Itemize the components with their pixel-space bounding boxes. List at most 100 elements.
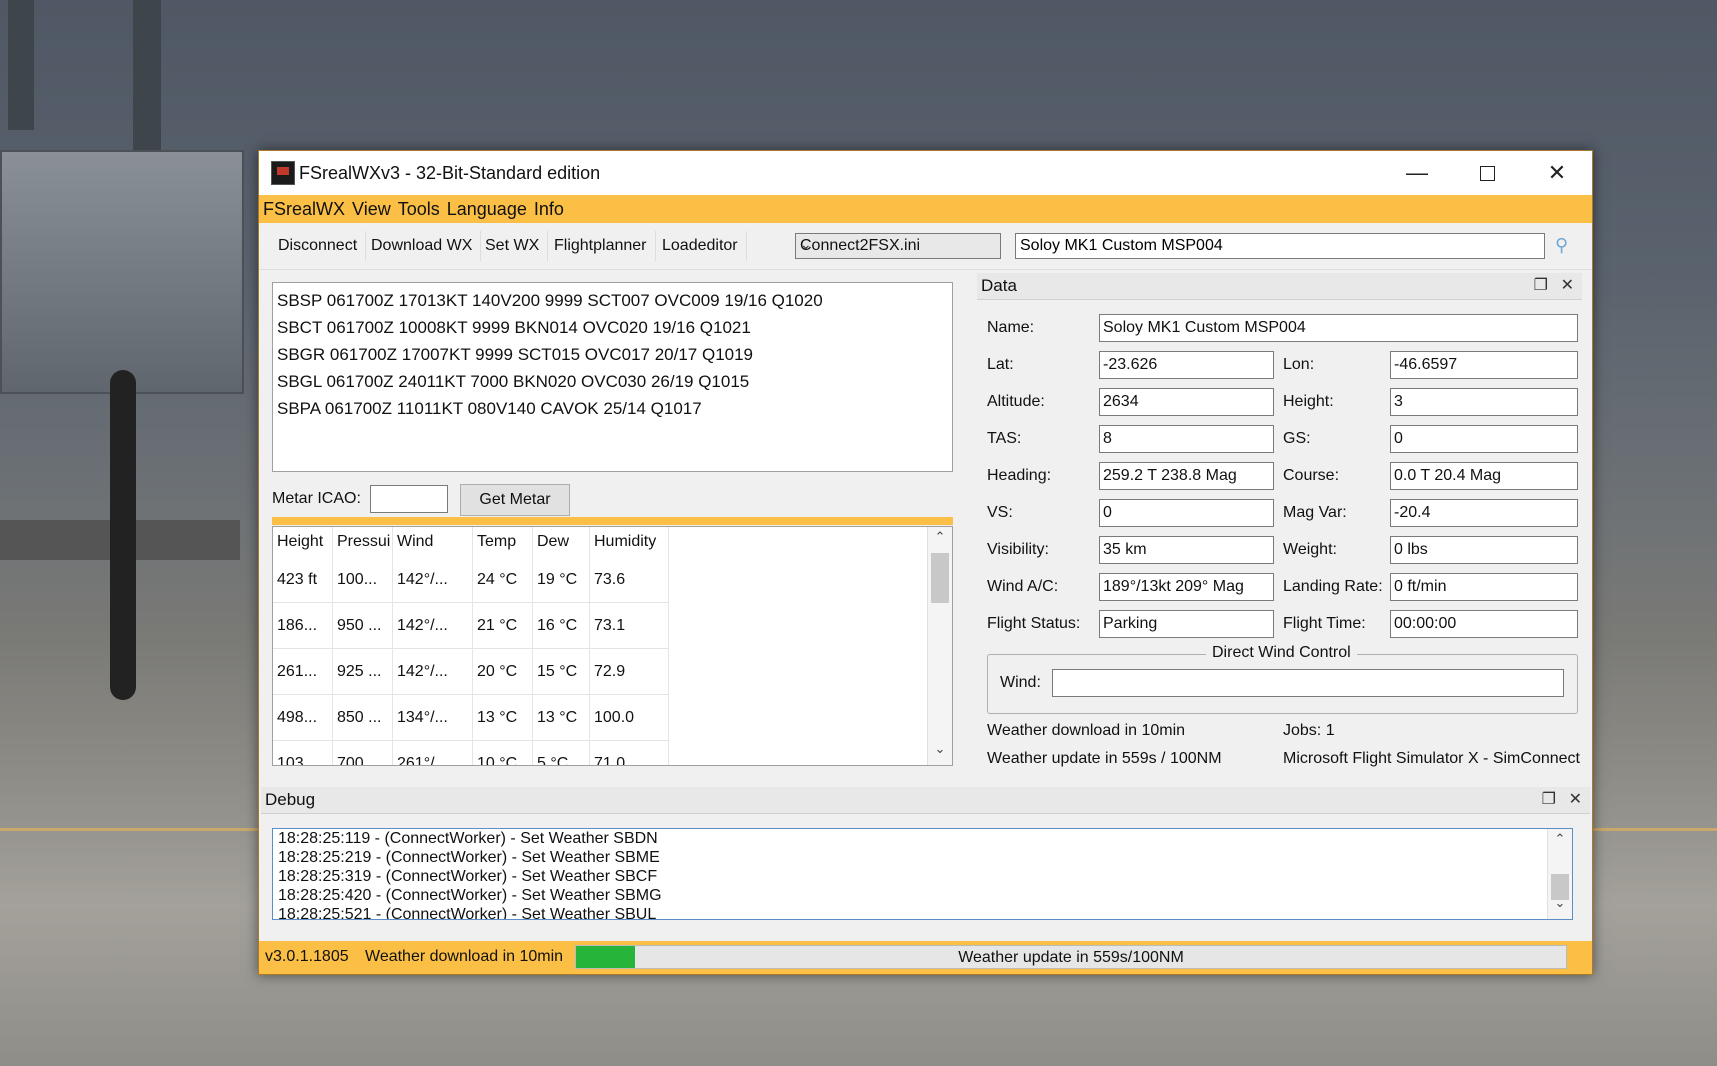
- heading-label: Heading:: [987, 467, 1052, 484]
- scroll-up-icon[interactable]: ⌃: [928, 529, 952, 551]
- wind-input[interactable]: [1052, 669, 1564, 697]
- table-cell: 261°/...: [393, 741, 473, 765]
- gs-field[interactable]: 0: [1390, 425, 1578, 453]
- heading-field[interactable]: 259.2 T 238.8 Mag: [1099, 462, 1274, 490]
- table-row[interactable]: 103... 700 ... 261°/... 10 °C 5 °C 71.0: [273, 741, 669, 765]
- disconnect-button[interactable]: Disconnect: [270, 231, 367, 261]
- magvar-label: Mag Var:: [1283, 504, 1347, 521]
- column-header-humidity[interactable]: Humidity: [590, 527, 669, 557]
- name-field[interactable]: Soloy MK1 Custom MSP004: [1099, 314, 1578, 342]
- maximize-button[interactable]: [1452, 151, 1522, 195]
- scroll-down-icon[interactable]: ⌄: [1548, 895, 1572, 917]
- table-cell: 13 °C: [473, 695, 533, 740]
- lat-label: Lat:: [987, 356, 1014, 373]
- table-row[interactable]: 261... 925 ... 142°/... 20 °C 15 °C 72.9: [273, 649, 669, 695]
- float-panel-icon[interactable]: ❐: [1542, 789, 1556, 809]
- splitter-handle[interactable]: [272, 517, 953, 525]
- vs-field[interactable]: 0: [1099, 499, 1274, 527]
- log-line: 18:28:25:521 - (ConnectWorker) - Set Wea…: [278, 906, 657, 920]
- weather-layers-table[interactable]: Height Pressui Wind Temp Dew Humidity 42…: [272, 526, 953, 766]
- flight-status-field[interactable]: Parking: [1099, 610, 1274, 638]
- menu-fsrealwx[interactable]: FSrealWX: [263, 199, 345, 220]
- metar-list[interactable]: SBSP 061700Z 17013KT 140V200 9999 SCT007…: [272, 282, 953, 472]
- landing-rate-field[interactable]: 0 ft/min: [1390, 573, 1578, 601]
- metar-icao-input[interactable]: [370, 485, 448, 513]
- lon-field[interactable]: -46.6597: [1390, 351, 1578, 379]
- table-cell: 100...: [333, 557, 393, 602]
- table-cell: 19 °C: [533, 557, 590, 602]
- sim-connection-status: Microsoft Flight Simulator X - SimConnec…: [1283, 750, 1580, 767]
- column-header-height[interactable]: Height: [273, 527, 333, 557]
- flight-time-label: Flight Time:: [1283, 615, 1366, 632]
- aircraft-search-input[interactable]: [1015, 233, 1545, 259]
- wind-ac-field[interactable]: 189°/13kt 209° Mag: [1099, 573, 1274, 601]
- download-status: Weather download in 10min: [987, 722, 1186, 739]
- scrollbar-thumb[interactable]: [931, 553, 949, 603]
- menu-view[interactable]: View: [352, 199, 391, 220]
- lon-label: Lon:: [1283, 356, 1315, 373]
- scroll-up-icon[interactable]: ⌃: [1548, 831, 1572, 853]
- metar-line: SBSP 061700Z 17013KT 140V200 9999 SCT007…: [277, 291, 823, 310]
- debug-scrollbar[interactable]: ⌃ ⌄: [1547, 829, 1572, 919]
- metar-icao-label: Metar ICAO:: [272, 490, 361, 507]
- table-cell: 15 °C: [533, 649, 590, 694]
- scroll-down-icon[interactable]: ⌄: [928, 741, 952, 763]
- column-header-temp[interactable]: Temp: [473, 527, 533, 557]
- table-row[interactable]: 186... 950 ... 142°/... 21 °C 16 °C 73.1: [273, 603, 669, 649]
- search-icon[interactable]: ⚲: [1555, 235, 1577, 257]
- close-panel-icon[interactable]: ✕: [1561, 275, 1574, 295]
- update-progress-bar: Weather update in 559s/100NM: [575, 945, 1567, 969]
- height-field[interactable]: 3: [1390, 388, 1578, 416]
- tas-field[interactable]: 8: [1099, 425, 1274, 453]
- column-header-pressure[interactable]: Pressui: [333, 527, 393, 557]
- get-metar-button[interactable]: Get Metar: [460, 484, 570, 516]
- menu-language[interactable]: Language: [447, 199, 527, 220]
- float-panel-icon[interactable]: ❐: [1534, 275, 1548, 295]
- close-button[interactable]: ✕: [1522, 151, 1592, 195]
- course-field[interactable]: 0.0 T 20.4 Mag: [1390, 462, 1578, 490]
- table-cell: 925 ...: [333, 649, 393, 694]
- table-cell: 100.0: [590, 695, 669, 740]
- weight-field[interactable]: 0 lbs: [1390, 536, 1578, 564]
- progress-text: Weather update in 559s/100NM: [958, 949, 1184, 966]
- metar-line: SBPA 061700Z 11011KT 080V140 CAVOK 25/14…: [277, 399, 702, 418]
- table-cell: 134°/...: [393, 695, 473, 740]
- table-cell: 20 °C: [473, 649, 533, 694]
- app-window: FSrealWXv3 - 32-Bit-Standard edition — ✕…: [258, 150, 1593, 975]
- table-cell: 71.0: [590, 741, 669, 765]
- table-scrollbar[interactable]: ⌃ ⌄: [927, 527, 952, 765]
- altitude-field[interactable]: 2634: [1099, 388, 1274, 416]
- table-cell: 142°/...: [393, 649, 473, 694]
- weight-label: Weight:: [1283, 541, 1337, 558]
- toolbar: Disconnect Download WX Set WX Flightplan…: [259, 223, 1592, 270]
- table-row[interactable]: 423 ft 100... 142°/... 24 °C 19 °C 73.6: [273, 557, 669, 603]
- column-header-wind[interactable]: Wind: [393, 527, 473, 557]
- debug-panel-title: Debug: [265, 790, 316, 809]
- table-cell: 423 ft: [273, 557, 333, 602]
- download-wx-button[interactable]: Download WX: [363, 231, 482, 261]
- flightplanner-button[interactable]: Flightplanner: [546, 231, 656, 261]
- landing-rate-label: Landing Rate:: [1283, 578, 1383, 595]
- config-select[interactable]: Connect2FSX.ini ⌄: [795, 233, 1001, 259]
- menu-tools[interactable]: Tools: [398, 199, 440, 220]
- flight-time-field[interactable]: 00:00:00: [1390, 610, 1578, 638]
- table-row[interactable]: 498... 850 ... 134°/... 13 °C 13 °C 100.…: [273, 695, 669, 741]
- table-cell: 5 °C: [533, 741, 590, 765]
- debug-panel-header: Debug ❐ ✕: [261, 787, 1590, 814]
- table-cell: 24 °C: [473, 557, 533, 602]
- menu-info[interactable]: Info: [534, 199, 564, 220]
- set-wx-button[interactable]: Set WX: [477, 231, 549, 261]
- course-label: Course:: [1283, 467, 1340, 484]
- column-header-dew[interactable]: Dew: [533, 527, 590, 557]
- debug-log[interactable]: 18:28:25:119 - (ConnectWorker) - Set Wea…: [272, 828, 1573, 920]
- lat-field[interactable]: -23.626: [1099, 351, 1274, 379]
- table-cell: 21 °C: [473, 603, 533, 648]
- visibility-field[interactable]: 35 km: [1099, 536, 1274, 564]
- table-header: Height Pressui Wind Temp Dew Humidity: [273, 527, 669, 557]
- magvar-field[interactable]: -20.4: [1390, 499, 1578, 527]
- minimize-button[interactable]: —: [1382, 151, 1452, 195]
- loadeditor-button[interactable]: Loadeditor: [654, 231, 747, 261]
- log-line: 18:28:25:119 - (ConnectWorker) - Set Wea…: [278, 830, 658, 847]
- data-panel-header: Data ❐ ✕: [977, 273, 1582, 300]
- close-panel-icon[interactable]: ✕: [1569, 789, 1582, 809]
